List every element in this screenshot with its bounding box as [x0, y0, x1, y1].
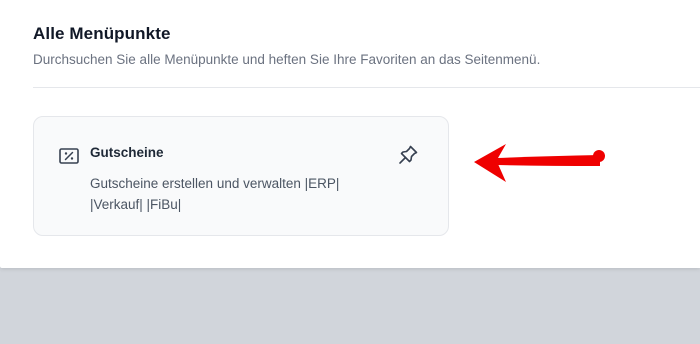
menu-item-description: Gutscheine erstellen und verwalten |ERP|…: [90, 173, 390, 215]
page-subtitle: Durchsuchen Sie alle Menüpunkte und heft…: [33, 52, 541, 67]
menu-item-description-line: Gutscheine erstellen und verwalten |ERP|: [90, 176, 340, 191]
menu-item-title: Gutscheine: [90, 145, 164, 160]
menu-item-card-gutscheine[interactable]: Gutscheine Gutscheine erstellen und verw…: [33, 116, 449, 236]
page-title: Alle Menüpunkte: [33, 24, 171, 43]
panel-header: Alle Menüpunkte Durchsuchen Sie alle Men…: [33, 24, 540, 67]
menu-panel: Alle Menüpunkte Durchsuchen Sie alle Men…: [0, 0, 700, 268]
menu-item-description-line: |Verkauf| |FiBu|: [90, 197, 182, 212]
red-arrow-annotation: [474, 144, 605, 182]
voucher-percent-icon: [59, 148, 79, 164]
pin-icon[interactable]: [396, 143, 420, 167]
divider: [33, 87, 700, 88]
